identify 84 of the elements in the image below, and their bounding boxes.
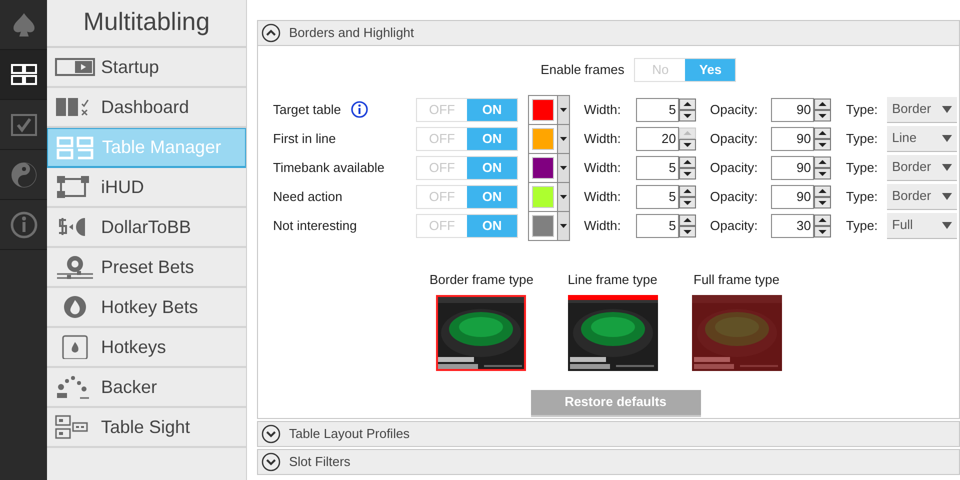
type-dropdown[interactable]: Line — [887, 126, 957, 152]
expand-icon[interactable] — [261, 452, 281, 472]
color-picker[interactable] — [528, 182, 570, 212]
expand-icon[interactable] — [261, 424, 281, 444]
spin-arrows-icon[interactable] — [679, 98, 696, 122]
number-field[interactable]: 90 — [771, 156, 814, 180]
number-field[interactable]: 5 — [636, 156, 679, 180]
row-label: First in line — [273, 130, 336, 148]
sidebar-item[interactable]: Preset Bets — [47, 248, 246, 288]
type-dropdown[interactable]: Border — [887, 184, 957, 210]
field-label: Type: — [846, 100, 879, 119]
sidebar-item[interactable]: Hotkeys — [47, 328, 246, 368]
section-header[interactable]: Table Layout Profiles — [257, 421, 960, 447]
yin-yang-icon[interactable] — [10, 160, 38, 188]
field-label: Opacity: — [710, 188, 759, 206]
table-layout-icon — [56, 136, 96, 160]
field-label: Type: — [846, 130, 879, 148]
color-picker[interactable] — [528, 124, 570, 154]
preview-label: Border frame type — [429, 271, 534, 289]
caret-icon — [942, 106, 952, 112]
spin-arrows-icon[interactable] — [814, 184, 831, 208]
caret-icon — [560, 136, 567, 140]
number-field[interactable]: 90 — [771, 126, 814, 150]
number-field[interactable]: 20 — [636, 126, 679, 150]
field-label: Opacity: — [710, 158, 759, 177]
chip-slider-icon — [55, 255, 95, 279]
field-label: Type: — [846, 216, 879, 235]
caret-icon — [560, 108, 567, 112]
sidebar-item[interactable]: Startup — [47, 48, 246, 88]
color-picker[interactable] — [528, 152, 570, 182]
collapse-icon[interactable] — [261, 23, 281, 43]
row-label: Need action — [273, 188, 342, 206]
spin-arrows-icon[interactable] — [814, 126, 831, 150]
enable-frames-label: Enable frames — [540, 61, 624, 80]
caret-icon — [560, 194, 567, 198]
sidebar-item[interactable]: Hotkey Bets — [47, 288, 246, 328]
number-field[interactable]: 5 — [636, 98, 679, 122]
number-field[interactable]: 90 — [771, 184, 814, 208]
field-label: Type: — [846, 158, 879, 177]
caret-icon — [942, 134, 952, 142]
type-dropdown[interactable]: Border — [887, 154, 957, 180]
number-field[interactable]: 90 — [771, 98, 814, 122]
row-label: Not interesting — [273, 216, 357, 235]
field-label: Opacity: — [710, 100, 759, 119]
section-header[interactable]: Slot Filters — [257, 449, 960, 475]
sidebar-item[interactable]: iHUD — [47, 168, 246, 208]
field-label: Width: — [584, 100, 622, 119]
section-header[interactable]: Borders and Highlight — [257, 20, 960, 46]
row-label: Target table — [273, 100, 341, 119]
sidebar-item[interactable]: DollarToBB — [47, 208, 246, 248]
spin-arrows-icon[interactable] — [814, 214, 831, 238]
spin-arrows-icon[interactable] — [814, 156, 831, 180]
sidebar-item[interactable]: Backer — [47, 368, 246, 408]
number-field[interactable]: 5 — [636, 184, 679, 208]
spin-arrows-icon[interactable] — [679, 184, 696, 208]
spin-arrows-icon[interactable] — [679, 156, 696, 180]
sidebar-title: Multitabling — [47, 0, 246, 48]
video-icon — [55, 55, 95, 79]
caret-icon — [560, 166, 567, 170]
field-label: Width: — [584, 130, 622, 148]
preview-label: Line frame type — [568, 271, 658, 289]
caret-icon — [560, 224, 567, 228]
info-icon[interactable] — [350, 101, 368, 118]
type-dropdown[interactable]: Border — [887, 96, 957, 122]
spin-arrows-icon[interactable] — [679, 126, 696, 150]
type-dropdown[interactable]: Full — [887, 212, 957, 238]
field-label: Opacity: — [710, 130, 759, 148]
sidebar-item[interactable]: Table Sight — [47, 408, 246, 448]
color-picker[interactable] — [528, 94, 570, 124]
field-label: Type: — [846, 188, 879, 206]
spin-arrows-icon[interactable] — [679, 214, 696, 238]
field-label: Opacity: — [710, 216, 759, 235]
caret-icon — [942, 164, 952, 170]
number-field[interactable]: 5 — [636, 214, 679, 238]
field-label: Width: — [584, 188, 622, 206]
caret-icon — [942, 222, 952, 228]
spin-arrows-icon[interactable] — [814, 98, 831, 122]
field-label: Width: — [584, 216, 622, 235]
preview-label: Full frame type — [694, 271, 780, 289]
row-label: Timebank available — [273, 158, 385, 177]
field-label: Width: — [584, 158, 622, 177]
number-field[interactable]: 30 — [771, 214, 814, 238]
caret-icon — [942, 192, 952, 200]
color-picker[interactable] — [528, 210, 570, 240]
